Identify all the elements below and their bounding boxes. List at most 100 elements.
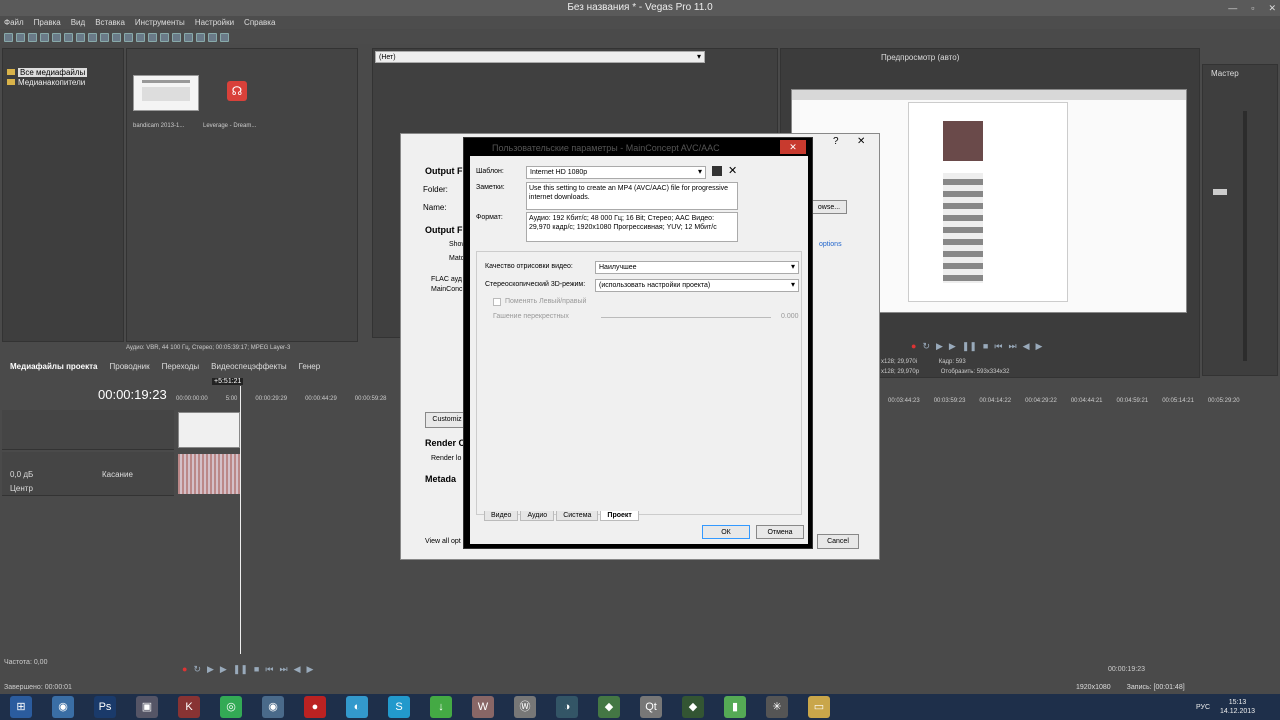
- menu-view[interactable]: Вид: [71, 16, 85, 29]
- delete-icon[interactable]: [100, 32, 109, 42]
- skype-icon[interactable]: S: [388, 696, 410, 718]
- trimmer-dropdown[interactable]: (Нет): [375, 51, 705, 63]
- view-all-checkbox[interactable]: View all opt: [425, 538, 461, 545]
- ok-button[interactable]: ОК: [702, 525, 750, 539]
- browse-button[interactable]: owse...: [811, 200, 847, 214]
- ripple-icon[interactable]: [196, 32, 205, 42]
- zoom-tool-icon[interactable]: [184, 32, 193, 42]
- app-icon[interactable]: ◆: [598, 696, 620, 718]
- tab-video-fx[interactable]: Видеоспецэффекты: [211, 362, 286, 371]
- dialog-close-button[interactable]: ✕: [780, 140, 806, 154]
- app-icon[interactable]: ↓: [430, 696, 452, 718]
- record-icon[interactable]: ●: [182, 664, 187, 675]
- loop-icon[interactable]: ↻: [193, 664, 201, 675]
- template-dropdown[interactable]: Internet HD 1080p: [526, 166, 706, 179]
- tray-lang[interactable]: РУС: [1196, 704, 1210, 711]
- tab-transitions[interactable]: Переходы: [162, 362, 200, 371]
- tab-explorer[interactable]: Проводник: [110, 362, 150, 371]
- audio-track-header[interactable]: 0,0 дБ Касание Центр: [2, 452, 174, 496]
- play-from-start-icon[interactable]: ▶: [949, 341, 956, 352]
- prev-frame-icon[interactable]: ◀: [294, 664, 301, 675]
- tab-audio[interactable]: Аудио: [520, 511, 555, 521]
- media-thumb-video[interactable]: [133, 75, 199, 111]
- maximize-button[interactable]: ▫: [1251, 0, 1254, 16]
- snap-icon[interactable]: [136, 32, 145, 42]
- crosstalk-slider[interactable]: [601, 317, 771, 318]
- close-button[interactable]: ✕: [1268, 0, 1276, 16]
- app-icon[interactable]: ▣: [136, 696, 158, 718]
- help-pointer-icon[interactable]: [220, 32, 229, 42]
- delete-template-icon[interactable]: ✕: [728, 164, 737, 177]
- save-template-icon[interactable]: [712, 166, 722, 176]
- menu-edit[interactable]: Правка: [34, 16, 61, 29]
- menu-insert[interactable]: Вставка: [95, 16, 125, 29]
- render-loop-checkbox[interactable]: Render lo: [431, 455, 461, 462]
- chrome-icon[interactable]: ◎: [220, 696, 242, 718]
- dialog-close-button[interactable]: ✕: [857, 136, 865, 147]
- copy-icon[interactable]: [76, 32, 85, 42]
- tray-clock[interactable]: 15:13 14.12.2013: [1220, 698, 1255, 716]
- open-icon[interactable]: [16, 32, 25, 42]
- audio-mode[interactable]: Касание: [102, 470, 133, 479]
- photoshop-icon[interactable]: Ps: [94, 696, 116, 718]
- format-flac[interactable]: FLAC ауд: [431, 276, 462, 283]
- bg-cancel-button[interactable]: Cancel: [817, 534, 859, 549]
- tab-generators[interactable]: Генер: [299, 362, 321, 371]
- match-checkbox[interactable]: Matc: [449, 255, 464, 262]
- timeline-ruler-right[interactable]: 00:03:44:23 00:03:59:23 00:04:14:22 00:0…: [888, 398, 1268, 404]
- quality-dropdown[interactable]: Наилучшее: [595, 261, 799, 274]
- edit-tool-icon[interactable]: [148, 32, 157, 42]
- lock-icon[interactable]: [208, 32, 217, 42]
- new-icon[interactable]: [4, 32, 13, 42]
- envelope-tool-icon[interactable]: [160, 32, 169, 42]
- app-icon[interactable]: ✳: [766, 696, 788, 718]
- pause-icon[interactable]: ❚❚: [233, 664, 248, 675]
- browser-icon[interactable]: ◉: [52, 696, 74, 718]
- swap-checkbox[interactable]: [493, 298, 501, 306]
- app-icon[interactable]: ◐: [346, 696, 368, 718]
- prev-frame-icon[interactable]: ◀: [1023, 341, 1030, 352]
- go-start-icon[interactable]: ⏮: [265, 664, 273, 675]
- tab-system[interactable]: Система: [556, 511, 599, 521]
- notes-field[interactable]: Use this setting to create an MP4 (AVC/A…: [526, 182, 738, 210]
- record-icon[interactable]: ●: [911, 341, 916, 352]
- go-end-icon[interactable]: ⏭: [279, 664, 287, 675]
- stop-icon[interactable]: ■: [983, 341, 988, 352]
- selection-tool-icon[interactable]: [172, 32, 181, 42]
- loop-icon[interactable]: ↻: [922, 341, 930, 352]
- play-icon[interactable]: ▶: [936, 341, 943, 352]
- tab-project-media[interactable]: Медиафайлы проекта: [10, 362, 98, 371]
- tab-video[interactable]: Видео: [484, 511, 519, 521]
- app-icon[interactable]: ◆: [682, 696, 704, 718]
- pause-icon[interactable]: ❚❚: [962, 341, 977, 352]
- video-clip[interactable]: [178, 412, 240, 448]
- properties-icon[interactable]: [40, 32, 49, 42]
- tree-all-media[interactable]: Все медиафайлы: [7, 67, 119, 77]
- save-icon[interactable]: [28, 32, 37, 42]
- master-fader[interactable]: [1213, 189, 1227, 195]
- app-icon[interactable]: K: [178, 696, 200, 718]
- go-end-icon[interactable]: ⏭: [1008, 341, 1016, 352]
- preview-label[interactable]: Предпросмотр (авто): [881, 53, 959, 62]
- playhead[interactable]: [240, 386, 241, 654]
- menu-options[interactable]: Настройки: [195, 16, 234, 29]
- dialog-help-button[interactable]: ?: [833, 136, 839, 147]
- tab-project[interactable]: Проект: [600, 511, 639, 521]
- menu-file[interactable]: Файл: [4, 16, 24, 29]
- next-frame-icon[interactable]: ▶: [307, 664, 314, 675]
- app-icon[interactable]: ▮: [724, 696, 746, 718]
- redo-icon[interactable]: [124, 32, 133, 42]
- play-icon[interactable]: ▶: [207, 664, 214, 675]
- quicktime-icon[interactable]: Qt: [640, 696, 662, 718]
- undo-icon[interactable]: [112, 32, 121, 42]
- app-icon[interactable]: ◑: [556, 696, 578, 718]
- menu-tools[interactable]: Инструменты: [135, 16, 185, 29]
- start-icon[interactable]: ⊞: [10, 696, 32, 718]
- timeline-ruler[interactable]: 00:00:00:00 5:00 00:00:29:29 00:00:44:29…: [176, 396, 400, 408]
- audio-clip[interactable]: [178, 454, 240, 494]
- vegas-icon[interactable]: ◉: [262, 696, 284, 718]
- media-thumb-audio[interactable]: ☊: [227, 81, 247, 101]
- word-icon[interactable]: W: [472, 696, 494, 718]
- format-mainconcept[interactable]: MainConc: [431, 286, 463, 293]
- video-track-header[interactable]: [2, 410, 174, 450]
